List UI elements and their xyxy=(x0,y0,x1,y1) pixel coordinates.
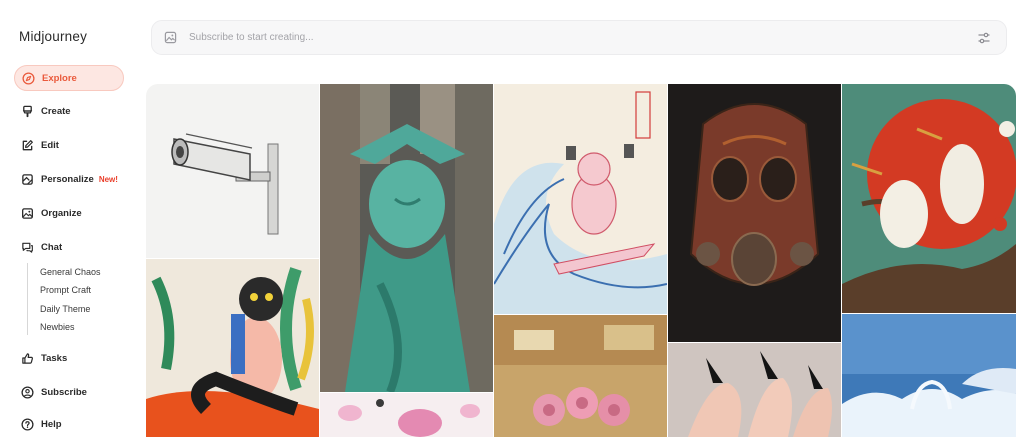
chat-room-item[interactable]: Prompt Craft xyxy=(40,285,91,295)
chat-icon xyxy=(20,240,34,254)
nav-organize[interactable]: Organize xyxy=(14,200,124,226)
personalize-icon xyxy=(20,172,34,186)
nav-create-label: Create xyxy=(41,105,71,117)
edit-icon xyxy=(20,138,34,152)
image-icon xyxy=(20,206,34,220)
nav-explore[interactable]: Explore xyxy=(14,65,124,91)
gallery-image-ice-clouds[interactable] xyxy=(842,314,1016,437)
search-input[interactable] xyxy=(187,31,976,44)
brush-icon xyxy=(20,104,34,118)
compass-icon xyxy=(21,71,35,85)
settings-sliders-icon[interactable] xyxy=(976,30,992,46)
image-gallery xyxy=(146,84,1016,437)
nav-organize-label: Organize xyxy=(41,207,82,219)
gallery-image-storks[interactable] xyxy=(842,84,1016,313)
nav-edit-label: Edit xyxy=(41,139,59,151)
help-icon xyxy=(20,417,34,431)
search-bar xyxy=(151,20,1007,55)
nav-create[interactable]: Create xyxy=(14,98,124,124)
gallery-image-hair-rollers[interactable] xyxy=(494,315,667,437)
nav-chat-label: Chat xyxy=(41,241,63,253)
user-circle-icon xyxy=(20,385,34,399)
gallery-image-nails[interactable] xyxy=(668,343,841,437)
sidebar: Midjourney Explore Create Edit Personali… xyxy=(0,0,138,437)
nav-personalize-label: Personalize xyxy=(41,173,94,185)
image-icon xyxy=(164,31,178,45)
new-badge: New! xyxy=(98,174,118,184)
chat-room-item[interactable]: Daily Theme xyxy=(40,304,90,314)
nav-tasks[interactable]: Tasks xyxy=(14,345,124,371)
nav-tasks-label: Tasks xyxy=(41,352,68,364)
nav-subscribe-label: Subscribe xyxy=(41,386,87,398)
gallery-image-cattle-pattern[interactable] xyxy=(320,393,493,437)
chat-rooms-divider xyxy=(27,263,28,335)
gallery-image-gas-mask[interactable] xyxy=(668,84,841,342)
gallery-image-statue[interactable] xyxy=(320,84,493,392)
thumbs-up-icon xyxy=(20,351,34,365)
nav-help-label: Help xyxy=(41,418,62,430)
gallery-image-surfing-cat[interactable] xyxy=(494,84,667,314)
chat-room-item[interactable]: General Chaos xyxy=(40,267,101,277)
gallery-image-camera[interactable] xyxy=(146,84,319,258)
nav-edit[interactable]: Edit xyxy=(14,132,124,158)
nav-chat[interactable]: Chat xyxy=(14,234,124,260)
gallery-image-painted-cat[interactable] xyxy=(146,259,319,437)
chat-room-item[interactable]: Newbies xyxy=(40,322,75,332)
nav-subscribe[interactable]: Subscribe xyxy=(14,379,124,405)
app-logo[interactable]: Midjourney xyxy=(19,29,87,44)
nav-explore-label: Explore xyxy=(42,72,77,84)
nav-help[interactable]: Help xyxy=(14,411,124,437)
nav-personalize[interactable]: Personalize New! xyxy=(14,166,124,192)
